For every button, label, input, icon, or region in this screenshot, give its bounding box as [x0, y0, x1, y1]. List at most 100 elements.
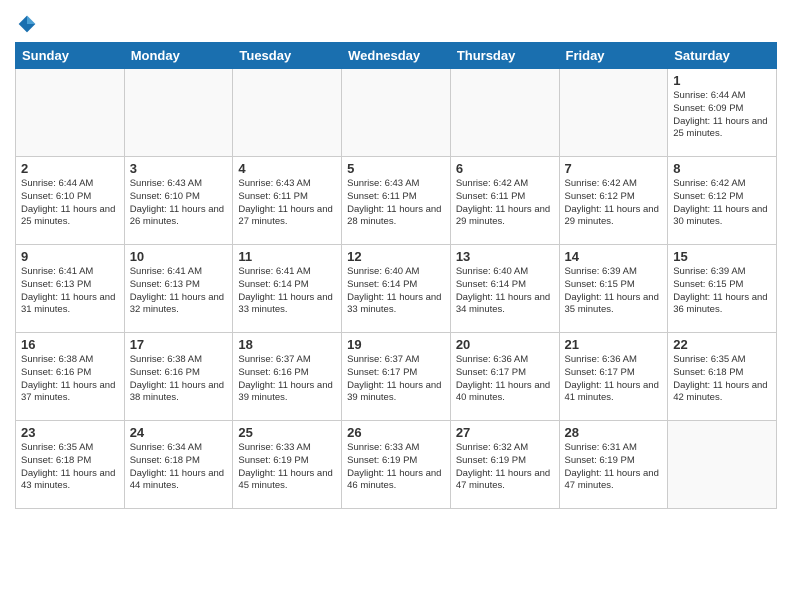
- calendar-cell: [450, 69, 559, 157]
- day-info: Sunrise: 6:33 AM Sunset: 6:19 PM Dayligh…: [238, 442, 336, 493]
- day-info: Sunrise: 6:43 AM Sunset: 6:11 PM Dayligh…: [238, 178, 336, 229]
- week-row-1: 2 Sunrise: 6:44 AM Sunset: 6:10 PM Daylig…: [16, 157, 777, 245]
- day-number: 21: [565, 337, 663, 352]
- calendar-cell: 4 Sunrise: 6:43 AM Sunset: 6:11 PM Daylig…: [233, 157, 342, 245]
- calendar-cell: [124, 69, 233, 157]
- logo: [15, 10, 37, 34]
- day-info: Sunrise: 6:38 AM Sunset: 6:16 PM Dayligh…: [21, 354, 119, 405]
- calendar-cell: 23 Sunrise: 6:35 AM Sunset: 6:18 PM Dayli…: [16, 421, 125, 509]
- day-number: 4: [238, 161, 336, 176]
- day-number: 19: [347, 337, 445, 352]
- calendar-cell: [233, 69, 342, 157]
- calendar-cell: 20 Sunrise: 6:36 AM Sunset: 6:17 PM Dayli…: [450, 333, 559, 421]
- calendar-cell: 15 Sunrise: 6:39 AM Sunset: 6:15 PM Dayli…: [668, 245, 777, 333]
- calendar-cell: 13Sunrise: 6:40 AM Sunset: 6:14 PM Dayli…: [450, 245, 559, 333]
- day-info: Sunrise: 6:31 AM Sunset: 6:19 PM Dayligh…: [565, 442, 663, 493]
- day-info: Sunrise: 6:42 AM Sunset: 6:12 PM Dayligh…: [673, 178, 771, 229]
- calendar-cell: 19 Sunrise: 6:37 AM Sunset: 6:17 PM Dayli…: [342, 333, 451, 421]
- day-info: Sunrise: 6:36 AM Sunset: 6:17 PM Dayligh…: [565, 354, 663, 405]
- calendar-cell: [559, 69, 668, 157]
- calendar-cell: 1Sunrise: 6:44 AM Sunset: 6:09 PM Daylig…: [668, 69, 777, 157]
- day-info: Sunrise: 6:37 AM Sunset: 6:16 PM Dayligh…: [238, 354, 336, 405]
- day-info: Sunrise: 6:41 AM Sunset: 6:13 PM Dayligh…: [130, 266, 228, 317]
- day-info: Sunrise: 6:44 AM Sunset: 6:10 PM Dayligh…: [21, 178, 119, 229]
- col-header-wednesday: Wednesday: [342, 43, 451, 69]
- day-number: 25: [238, 425, 336, 440]
- calendar-cell: 10 Sunrise: 6:41 AM Sunset: 6:13 PM Dayli…: [124, 245, 233, 333]
- day-info: Sunrise: 6:39 AM Sunset: 6:15 PM Dayligh…: [673, 266, 771, 317]
- day-info: Sunrise: 6:40 AM Sunset: 6:14 PM Dayligh…: [456, 266, 554, 317]
- calendar-cell: 2 Sunrise: 6:44 AM Sunset: 6:10 PM Daylig…: [16, 157, 125, 245]
- day-info: Sunrise: 6:43 AM Sunset: 6:11 PM Dayligh…: [347, 178, 445, 229]
- day-number: 3: [130, 161, 228, 176]
- day-info: Sunrise: 6:36 AM Sunset: 6:17 PM Dayligh…: [456, 354, 554, 405]
- day-number: 15: [673, 249, 771, 264]
- calendar-table: SundayMondayTuesdayWednesdayThursdayFrid…: [15, 42, 777, 509]
- calendar-cell: 11 Sunrise: 6:41 AM Sunset: 6:14 PM Dayli…: [233, 245, 342, 333]
- page-header: [15, 10, 777, 34]
- calendar-cell: 22Sunrise: 6:35 AM Sunset: 6:18 PM Dayli…: [668, 333, 777, 421]
- day-number: 23: [21, 425, 119, 440]
- day-info: Sunrise: 6:40 AM Sunset: 6:14 PM Dayligh…: [347, 266, 445, 317]
- day-info: Sunrise: 6:37 AM Sunset: 6:17 PM Dayligh…: [347, 354, 445, 405]
- day-number: 7: [565, 161, 663, 176]
- calendar-cell: 8 Sunrise: 6:42 AM Sunset: 6:12 PM Daylig…: [668, 157, 777, 245]
- calendar-cell: 24 Sunrise: 6:34 AM Sunset: 6:18 PM Dayli…: [124, 421, 233, 509]
- calendar-cell: [16, 69, 125, 157]
- day-info: Sunrise: 6:43 AM Sunset: 6:10 PM Dayligh…: [130, 178, 228, 229]
- day-number: 27: [456, 425, 554, 440]
- day-number: 8: [673, 161, 771, 176]
- day-info: Sunrise: 6:32 AM Sunset: 6:19 PM Dayligh…: [456, 442, 554, 493]
- calendar-cell: 6 Sunrise: 6:42 AM Sunset: 6:11 PM Daylig…: [450, 157, 559, 245]
- week-row-3: 16 Sunrise: 6:38 AM Sunset: 6:16 PM Dayli…: [16, 333, 777, 421]
- calendar-cell: [668, 421, 777, 509]
- day-number: 20: [456, 337, 554, 352]
- day-number: 14: [565, 249, 663, 264]
- calendar-cell: 12 Sunrise: 6:40 AM Sunset: 6:14 PM Dayli…: [342, 245, 451, 333]
- col-header-sunday: Sunday: [16, 43, 125, 69]
- day-info: Sunrise: 6:39 AM Sunset: 6:15 PM Dayligh…: [565, 266, 663, 317]
- calendar-cell: 25 Sunrise: 6:33 AM Sunset: 6:19 PM Dayli…: [233, 421, 342, 509]
- col-header-monday: Monday: [124, 43, 233, 69]
- day-info: Sunrise: 6:38 AM Sunset: 6:16 PM Dayligh…: [130, 354, 228, 405]
- day-info: Sunrise: 6:35 AM Sunset: 6:18 PM Dayligh…: [673, 354, 771, 405]
- day-number: 28: [565, 425, 663, 440]
- day-number: 6: [456, 161, 554, 176]
- day-number: 2: [21, 161, 119, 176]
- calendar-cell: 26Sunrise: 6:33 AM Sunset: 6:19 PM Dayli…: [342, 421, 451, 509]
- col-header-friday: Friday: [559, 43, 668, 69]
- calendar-cell: 18 Sunrise: 6:37 AM Sunset: 6:16 PM Dayli…: [233, 333, 342, 421]
- logo-icon: [17, 14, 37, 34]
- day-info: Sunrise: 6:35 AM Sunset: 6:18 PM Dayligh…: [21, 442, 119, 493]
- calendar-cell: [342, 69, 451, 157]
- calendar-cell: 14 Sunrise: 6:39 AM Sunset: 6:15 PM Dayli…: [559, 245, 668, 333]
- col-header-tuesday: Tuesday: [233, 43, 342, 69]
- calendar-cell: 28 Sunrise: 6:31 AM Sunset: 6:19 PM Dayli…: [559, 421, 668, 509]
- day-info: Sunrise: 6:41 AM Sunset: 6:14 PM Dayligh…: [238, 266, 336, 317]
- col-header-saturday: Saturday: [668, 43, 777, 69]
- week-row-0: 1Sunrise: 6:44 AM Sunset: 6:09 PM Daylig…: [16, 69, 777, 157]
- day-info: Sunrise: 6:41 AM Sunset: 6:13 PM Dayligh…: [21, 266, 119, 317]
- calendar-cell: 3 Sunrise: 6:43 AM Sunset: 6:10 PM Daylig…: [124, 157, 233, 245]
- calendar-cell: 17 Sunrise: 6:38 AM Sunset: 6:16 PM Dayli…: [124, 333, 233, 421]
- day-number: 16: [21, 337, 119, 352]
- calendar-cell: 27 Sunrise: 6:32 AM Sunset: 6:19 PM Dayli…: [450, 421, 559, 509]
- day-info: Sunrise: 6:44 AM Sunset: 6:09 PM Dayligh…: [673, 90, 771, 141]
- day-number: 24: [130, 425, 228, 440]
- day-info: Sunrise: 6:42 AM Sunset: 6:12 PM Dayligh…: [565, 178, 663, 229]
- day-number: 5: [347, 161, 445, 176]
- calendar-cell: 16 Sunrise: 6:38 AM Sunset: 6:16 PM Dayli…: [16, 333, 125, 421]
- day-number: 17: [130, 337, 228, 352]
- day-number: 11: [238, 249, 336, 264]
- calendar-cell: 7 Sunrise: 6:42 AM Sunset: 6:12 PM Daylig…: [559, 157, 668, 245]
- day-number: 10: [130, 249, 228, 264]
- calendar-header-row: SundayMondayTuesdayWednesdayThursdayFrid…: [16, 43, 777, 69]
- day-number: 26: [347, 425, 445, 440]
- col-header-thursday: Thursday: [450, 43, 559, 69]
- day-number: 18: [238, 337, 336, 352]
- calendar-cell: 21 Sunrise: 6:36 AM Sunset: 6:17 PM Dayli…: [559, 333, 668, 421]
- calendar-cell: 9Sunrise: 6:41 AM Sunset: 6:13 PM Daylig…: [16, 245, 125, 333]
- day-info: Sunrise: 6:34 AM Sunset: 6:18 PM Dayligh…: [130, 442, 228, 493]
- day-number: 12: [347, 249, 445, 264]
- day-info: Sunrise: 6:42 AM Sunset: 6:11 PM Dayligh…: [456, 178, 554, 229]
